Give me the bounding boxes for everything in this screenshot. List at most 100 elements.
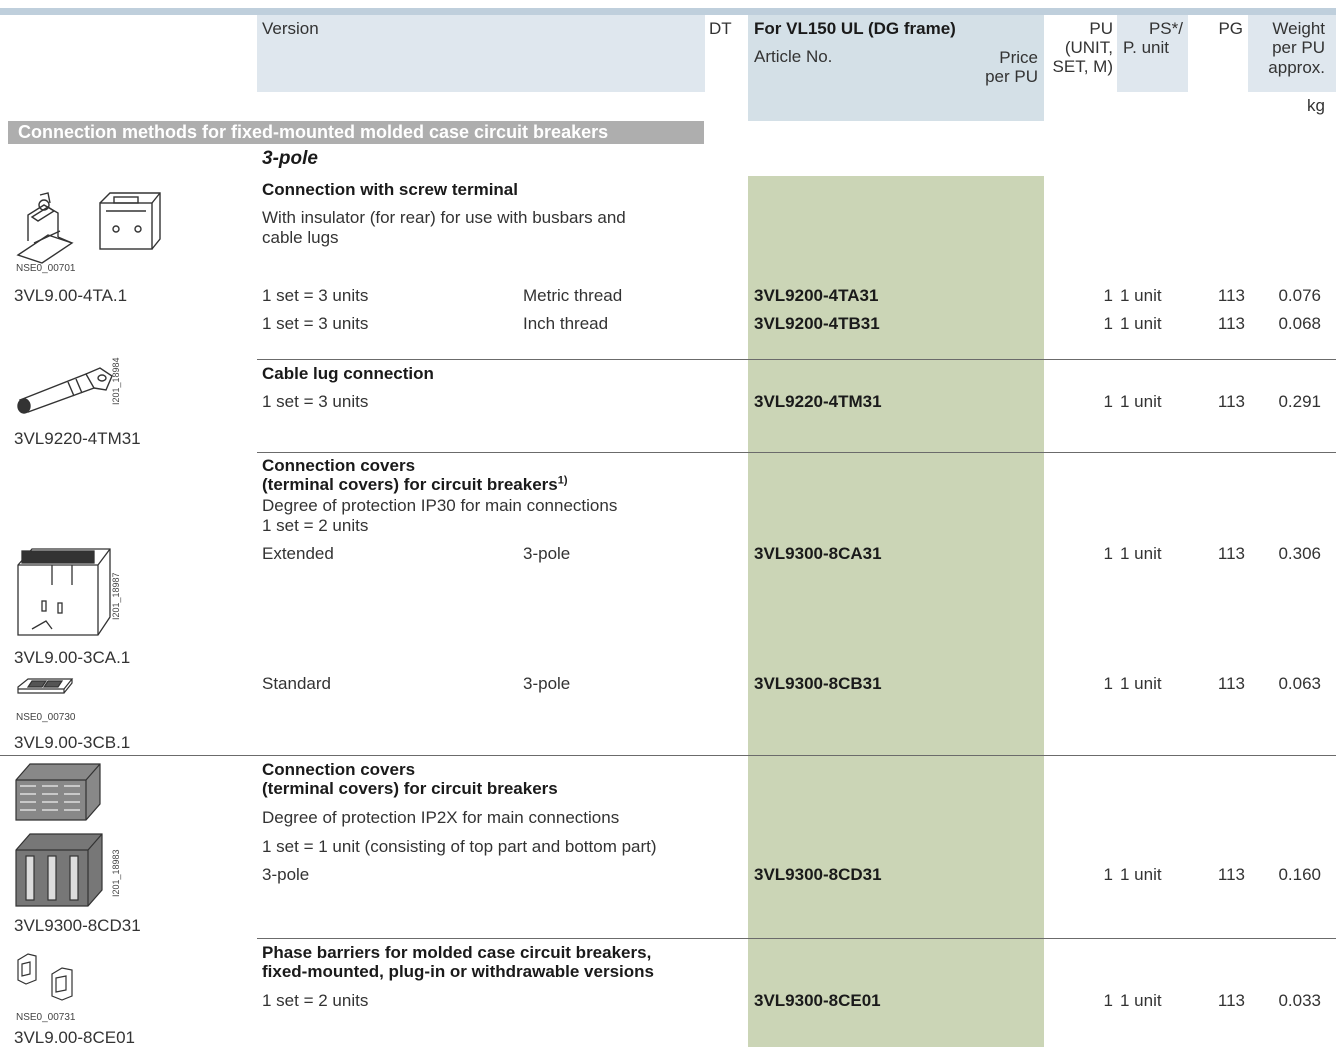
row-pu: 1 (1103, 286, 1113, 305)
image-code: I201_18983 (111, 849, 121, 897)
group-title: Connection with screw terminal (262, 180, 518, 199)
section-title: Connection methods for fixed-mounted mol… (8, 121, 704, 144)
group-divider (257, 452, 1336, 453)
group-title-2: (terminal covers) for circuit breakers1) (262, 474, 568, 494)
article-number: 3VL9300-8CE01 (754, 991, 881, 1010)
row-pg: 113 (1217, 314, 1245, 333)
row-version: 1 set = 3 units (262, 314, 369, 333)
row-ps: 1 unit (1120, 544, 1162, 563)
group-desc: Degree of protection IP30 for main conne… (262, 496, 618, 515)
row-pu: 1 (1103, 865, 1113, 884)
product-caption: 3VL9.00-3CB.1 (14, 733, 131, 752)
group-title: Cable lug connection (262, 364, 434, 383)
group-title-2-text: (terminal covers) for circuit breakers (262, 475, 558, 494)
row-weight: 0.291 (1278, 392, 1321, 411)
header-weight-l2: per PU (1272, 38, 1325, 57)
row-pg: 113 (1217, 674, 1245, 693)
header-pu-l3: SET, M) (1052, 57, 1113, 76)
article-number: 3VL9200-4TB31 (754, 314, 880, 333)
row-pg: 113 (1217, 544, 1245, 563)
row-version: 3-pole (262, 865, 310, 884)
row-version: 1 set = 2 units (262, 991, 369, 1010)
row-pu: 1 (1103, 314, 1113, 333)
phase-barrier-icon (17, 953, 73, 1001)
row-pg: 113 (1217, 865, 1245, 884)
row-weight: 0.068 (1278, 314, 1321, 333)
terminal-cover-standard-icon (17, 678, 74, 694)
row-variant: Metric thread (523, 286, 623, 305)
row-ps: 1 unit (1120, 286, 1162, 305)
image-code: NSE0_00731 (16, 1012, 76, 1023)
terminal-cover-ip2x-icon (15, 763, 103, 907)
row-pu: 1 (1103, 674, 1113, 693)
row-ps: 1 unit (1120, 991, 1162, 1010)
group-divider (257, 938, 1336, 939)
group-desc-2: 1 set = 1 unit (consisting of top part a… (262, 837, 657, 856)
row-variant: Inch thread (523, 314, 609, 333)
row-ps: 1 unit (1120, 314, 1162, 333)
product-caption: 3VL9.00-4TA.1 (14, 286, 128, 305)
article-number: 3VL9220-4TM31 (754, 392, 882, 411)
row-variant: 3-pole (523, 544, 571, 563)
product-caption: 3VL9220-4TM31 (14, 429, 141, 448)
row-weight: 0.076 (1278, 286, 1321, 305)
product-caption: 3VL9300-8CD31 (14, 916, 141, 935)
article-column-highlight (748, 176, 1044, 1047)
row-pu: 1 (1103, 392, 1113, 411)
row-variant: 3-pole (523, 674, 571, 693)
header-pu-l1: PU (1089, 19, 1113, 38)
article-number: 3VL9300-8CA31 (754, 544, 882, 563)
row-version: 1 set = 3 units (262, 286, 369, 305)
header-weight-l1: Weight (1272, 19, 1325, 38)
footnote-marker: 1) (557, 474, 568, 487)
terminal-cover-extended-icon (17, 548, 111, 636)
article-number: 3VL9300-8CB31 (754, 674, 882, 693)
group-title: Phase barriers for molded case circuit b… (262, 943, 652, 962)
row-pg: 113 (1217, 286, 1245, 305)
row-version: Standard (262, 674, 331, 693)
row-weight: 0.063 (1278, 674, 1321, 693)
image-code: I201_18984 (111, 357, 121, 405)
article-number: 3VL9200-4TA31 (754, 286, 879, 305)
row-pg: 113 (1217, 392, 1245, 411)
header-kg: kg (1307, 96, 1325, 115)
image-code: I201_18987 (111, 572, 121, 620)
header-pu-l2: (UNIT, (1064, 38, 1113, 57)
group-title: Connection covers (262, 760, 416, 779)
group-divider (257, 359, 1336, 360)
header-ps-l1: PS*/ (1148, 19, 1183, 38)
row-ps: 1 unit (1120, 674, 1162, 693)
row-weight: 0.033 (1278, 991, 1321, 1010)
header-price-l1: Price (999, 48, 1038, 67)
row-ps: 1 unit (1120, 392, 1162, 411)
cable-lug-icon (17, 367, 113, 414)
row-weight: 0.306 (1278, 544, 1321, 563)
screw-terminal-icon (16, 192, 161, 264)
row-pu: 1 (1103, 544, 1113, 563)
subsection-3-pole: 3-pole (262, 148, 318, 169)
product-caption: 3VL9.00-8CE01 (14, 1028, 135, 1047)
header-dt: DT (709, 19, 732, 38)
product-caption: 3VL9.00-3CA.1 (14, 648, 131, 667)
header-price-l2: per PU (985, 67, 1038, 86)
group-divider (0, 755, 1336, 756)
group-desc: With insulator (for rear) for use with b… (262, 208, 626, 227)
row-pu: 1 (1103, 991, 1113, 1010)
header-pg: PG (1218, 19, 1243, 38)
group-desc: Degree of protection IP2X for main conne… (262, 808, 620, 827)
header-for-label: For VL150 UL (DG frame) (754, 19, 956, 38)
header-version: Version (262, 19, 319, 38)
header-top-bar (0, 8, 1336, 15)
header-weight-l3: approx. (1268, 58, 1325, 77)
row-pg: 113 (1217, 991, 1245, 1010)
row-weight: 0.160 (1278, 865, 1321, 884)
image-code: NSE0_00701 (16, 263, 76, 274)
header-version-cell (257, 15, 705, 92)
header-ps-l2: P. unit (1123, 38, 1170, 57)
group-desc-2: 1 set = 2 units (262, 516, 369, 535)
article-number: 3VL9300-8CD31 (754, 865, 882, 884)
group-title: Connection covers (262, 456, 416, 475)
group-desc-2: cable lugs (262, 228, 339, 247)
row-version: 1 set = 3 units (262, 392, 369, 411)
group-title-2: fixed-mounted, plug-in or withdrawable v… (262, 962, 654, 981)
